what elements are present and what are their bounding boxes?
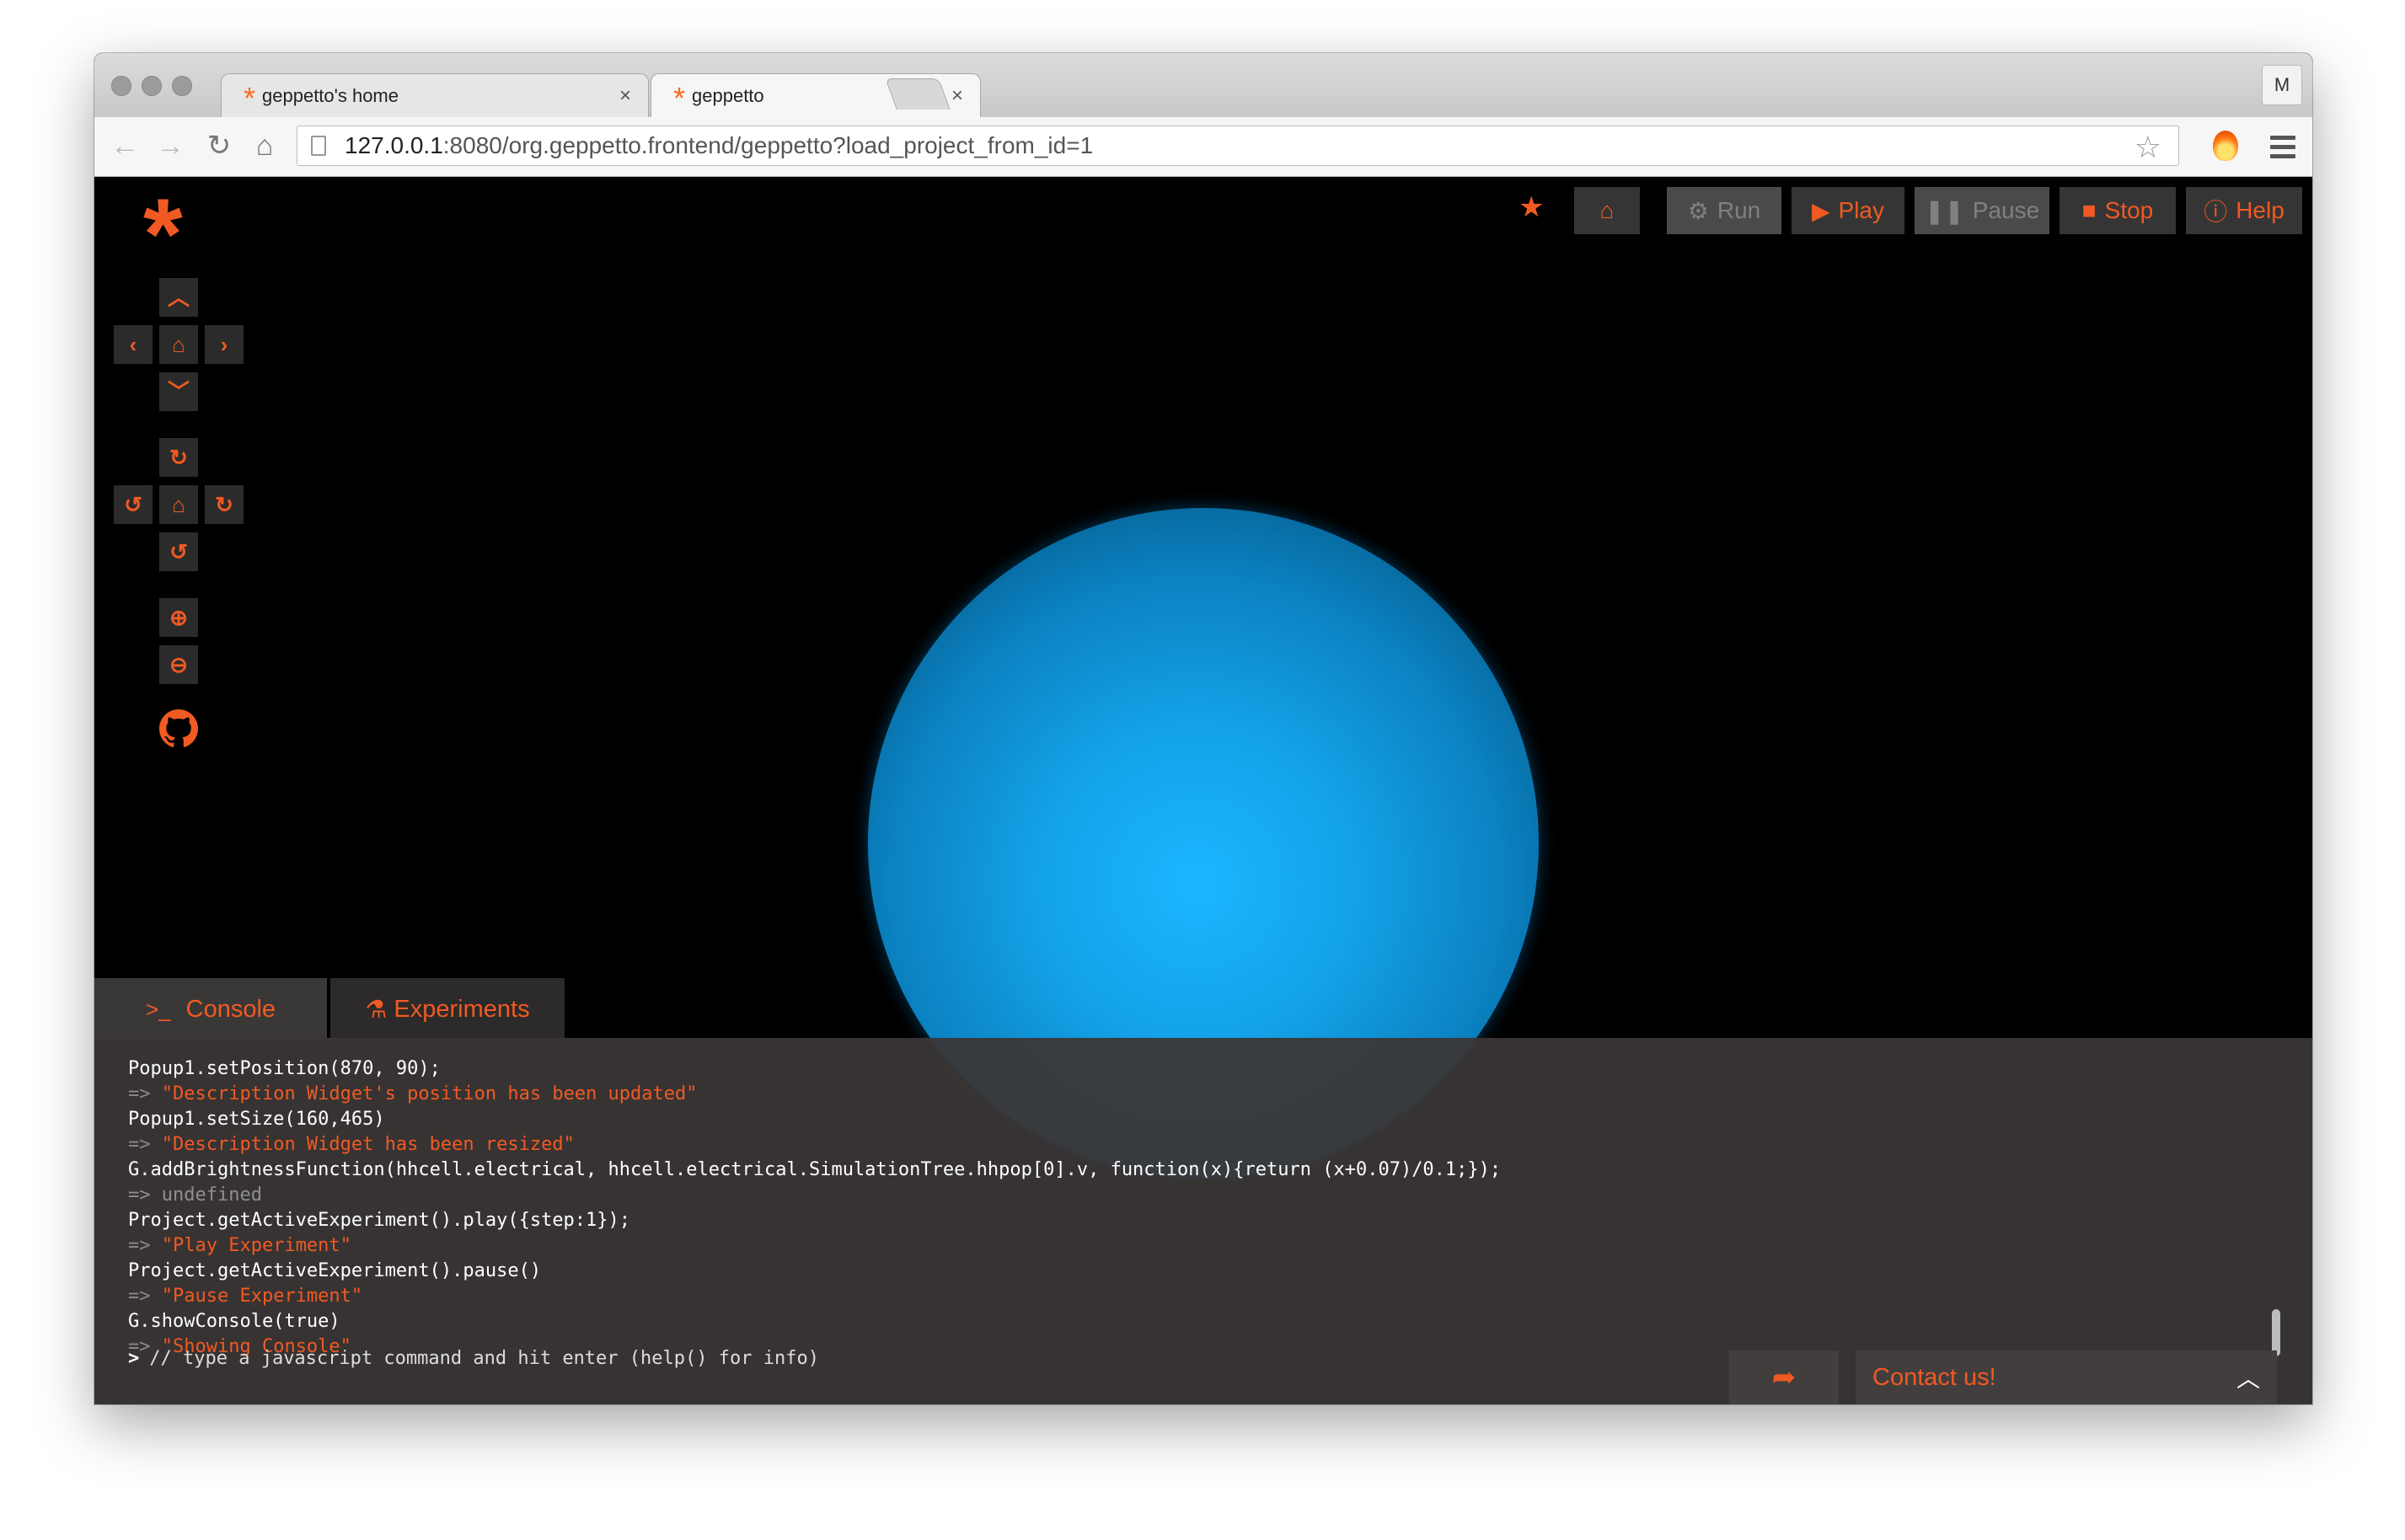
geppetto-favicon-icon: * [673, 80, 686, 115]
browser-home-icon[interactable]: ⌂ [248, 129, 281, 163]
run-button[interactable]: ⚙ Run [1667, 187, 1781, 234]
console-line: => "Description Widget has been resized" [128, 1134, 575, 1155]
back-arrow-icon[interactable]: ← [108, 129, 142, 163]
profile-button[interactable]: M [2262, 65, 2302, 105]
close-tab-icon[interactable]: × [619, 84, 631, 108]
console-line: Project.getActiveExperiment().play({step… [128, 1210, 631, 1231]
rotate-up-icon[interactable]: ↻ [159, 438, 198, 477]
forward-arrow-icon[interactable]: → [153, 129, 187, 163]
close-tab-icon[interactable]: × [951, 84, 963, 108]
stop-icon: ■ [2081, 197, 2097, 223]
url-text[interactable]: 127.0.0.1:8080/org.geppetto.frontend/gep… [345, 132, 1093, 159]
console-input[interactable]: >// type a javascript command and hit en… [128, 1348, 819, 1369]
play-icon: ▶ [1811, 197, 1830, 224]
pause-button[interactable]: ❚❚ Pause [1915, 187, 2049, 234]
result-arrow: => [128, 1134, 151, 1155]
pause-icon: ❚❚ [1924, 197, 1964, 224]
stop-button[interactable]: ■ Stop [2060, 187, 2176, 234]
bookmark-star-icon[interactable]: ☆ [2135, 130, 2161, 165]
pan-home-icon[interactable]: ⌂ [159, 325, 198, 364]
console-input-placeholder: // type a javascript command and hit ent… [149, 1348, 819, 1369]
console-line: G.addBrightnessFunction(hhcell.electrica… [128, 1159, 1502, 1180]
geppetto-canvas[interactable]: * ︿ ‹ ⌂ › ﹀ ↻ ↺ ⌂ ↻ ↺ ⊕ ⊖ ★ ⌂ ⚙ Run ▶ Play… [94, 177, 2312, 1404]
star-icon[interactable]: ★ [1519, 190, 1544, 224]
rotate-home-icon[interactable]: ⌂ [159, 485, 198, 524]
console-output: Popup1.setPosition(870, 90); => "Descript… [128, 1056, 2245, 1360]
rotate-down-icon[interactable]: ↺ [159, 532, 198, 571]
console-line: Popup1.setSize(160,465) [128, 1109, 385, 1130]
info-icon: ⓘ [2204, 199, 2228, 225]
pan-left-icon[interactable]: ‹ [114, 325, 153, 364]
console-line: => "Play Experiment" [128, 1235, 351, 1256]
geppetto-logo-icon: * [143, 178, 183, 291]
console-panel: Popup1.setPosition(870, 90); => "Descript… [94, 1038, 2312, 1404]
gears-icon: ⚙ [1687, 197, 1709, 224]
browser-tab-home[interactable]: * geppetto's home × [221, 73, 649, 117]
console-line: => "Pause Experiment" [128, 1286, 363, 1307]
result-arrow: => [128, 1235, 151, 1256]
result-arrow: => [128, 1083, 151, 1104]
tab-experiments[interactable]: ⚗ Experiments [330, 978, 565, 1040]
chevron-up-icon[interactable]: ︿ [2236, 1361, 2260, 1394]
close-window-icon[interactable] [111, 76, 131, 96]
console-scrollbar[interactable] [2272, 1309, 2280, 1356]
browser-window: * geppetto's home × * geppetto × M ← → ↻… [94, 53, 2312, 1404]
contact-us-widget[interactable]: Contact us! ︿ [1856, 1350, 2277, 1404]
extension-flame-icon[interactable] [2213, 131, 2238, 161]
console-line: Project.getActiveExperiment().pause() [128, 1260, 542, 1281]
tab-title: geppetto's home [262, 84, 399, 106]
maximize-window-icon[interactable] [172, 76, 192, 96]
home-icon: ⌂ [1599, 197, 1615, 223]
share-button[interactable]: ➦ [1729, 1350, 1839, 1404]
console-line: G.showConsole(true) [128, 1311, 340, 1332]
result-arrow: => [128, 1286, 151, 1307]
new-tab-button[interactable] [885, 78, 951, 110]
share-icon: ➦ [1771, 1361, 1797, 1393]
github-icon[interactable] [159, 709, 198, 748]
flask-icon: ⚗ [365, 996, 388, 1024]
browser-menu-icon[interactable] [2270, 136, 2295, 163]
console-line: => undefined [128, 1184, 262, 1206]
home-button[interactable]: ⌂ [1574, 187, 1640, 234]
zoom-in-icon[interactable]: ⊕ [159, 598, 198, 637]
browser-toolbar: ← → ↻ ⌂ 127.0.0.1:8080/org.geppetto.fron… [94, 117, 2312, 177]
pan-right-icon[interactable]: › [205, 325, 244, 364]
browser-tab-strip: * geppetto's home × * geppetto × M [94, 53, 2312, 117]
zoom-out-icon[interactable]: ⊖ [159, 645, 198, 684]
tab-console[interactable]: >_ Console [94, 978, 327, 1040]
help-button[interactable]: ⓘ Help [2186, 187, 2302, 234]
rotate-right-icon[interactable]: ↻ [205, 485, 244, 524]
terminal-icon: >_ [145, 996, 171, 1022]
pan-down-icon[interactable]: ﹀ [159, 372, 198, 411]
rotate-left-icon[interactable]: ↺ [114, 485, 153, 524]
geppetto-favicon-icon: * [244, 80, 256, 115]
minimize-window-icon[interactable] [142, 76, 162, 96]
address-bar[interactable]: 127.0.0.1:8080/org.geppetto.frontend/gep… [297, 126, 2179, 166]
reload-icon[interactable]: ↻ [202, 129, 236, 163]
play-button[interactable]: ▶ Play [1792, 187, 1904, 234]
pan-up-icon[interactable]: ︿ [159, 278, 198, 317]
console-line: Popup1.setPosition(870, 90); [128, 1058, 441, 1079]
console-line: => "Description Widget's position has be… [128, 1083, 698, 1104]
page-icon [311, 136, 326, 156]
